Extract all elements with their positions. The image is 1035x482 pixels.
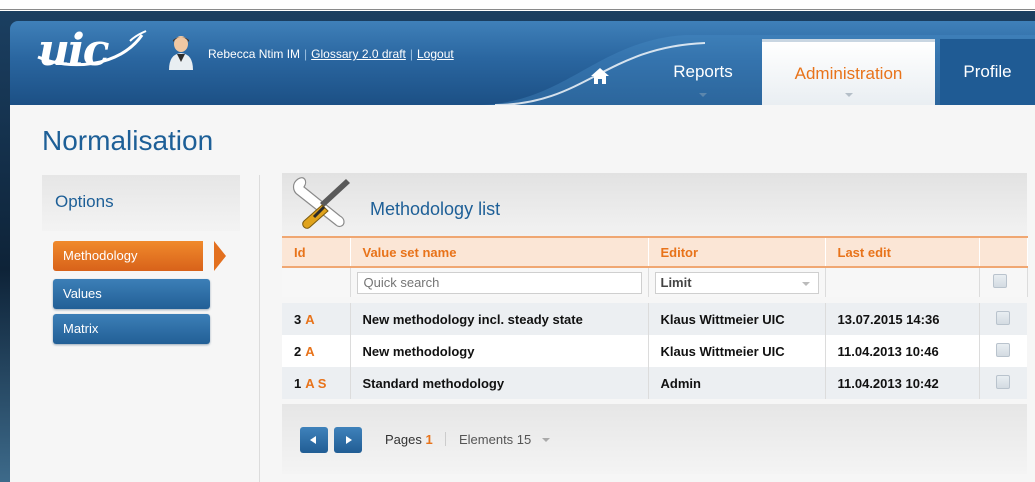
tab-administration[interactable]: Administration	[762, 39, 935, 105]
elements-per-page[interactable]: Elements 15	[459, 432, 531, 447]
home-icon[interactable]	[585, 61, 615, 91]
filter-cell-empty	[825, 267, 980, 297]
cell-editor: Klaus Wittmeier UIC	[648, 335, 826, 367]
methodology-table: Id Value set name Editor Last edit Limit	[282, 236, 1028, 399]
row-flags[interactable]: A	[305, 344, 314, 359]
options-header: Options	[42, 175, 240, 231]
filter-cell-select-all	[979, 267, 1028, 297]
filter-cell-search	[350, 267, 649, 297]
column-header-select	[979, 236, 1028, 268]
cell-editor: Klaus Wittmeier UIC	[648, 303, 826, 335]
row-checkbox[interactable]	[996, 342, 1011, 357]
cell-name[interactable]: New methodology incl. steady state	[350, 303, 649, 335]
page-title: Normalisation	[42, 125, 214, 156]
active-arrow-icon	[214, 241, 226, 271]
cell-select	[979, 335, 1027, 367]
chevron-right-icon	[346, 436, 352, 444]
tab-profile[interactable]: Profile	[940, 39, 1035, 105]
chevron-down-icon	[844, 93, 853, 97]
cell-select	[979, 303, 1027, 335]
divider	[445, 432, 447, 446]
row-id: 3	[294, 311, 302, 327]
table-row[interactable]: 1A S Standard methodology Admin 11.04.20…	[282, 367, 1027, 399]
cell-select	[979, 367, 1027, 399]
options-item-values[interactable]: Values	[53, 279, 210, 309]
cell-id: 2A	[282, 335, 351, 367]
filter-row: Limit	[282, 267, 1028, 297]
quick-search-input[interactable]	[356, 271, 642, 294]
options-item-matrix[interactable]: Matrix	[53, 314, 210, 344]
main-content: Normalisation Options Methodology Values…	[10, 105, 1035, 482]
filter-cell-limit: Limit	[648, 267, 826, 297]
options-panel: Options Methodology Values Matrix	[42, 175, 240, 475]
column-header-id[interactable]: Id	[282, 236, 351, 268]
chevron-left-icon	[310, 436, 316, 444]
user-bar: Rebecca Ntim IM | Glossary 2.0 draft | Logou…	[208, 47, 454, 61]
divider: |	[409, 47, 413, 61]
column-header-editor[interactable]: Editor	[648, 236, 826, 268]
limit-select[interactable]: Limit	[654, 271, 819, 294]
column-header-last-edit[interactable]: Last edit	[825, 236, 980, 268]
cell-editor: Admin	[648, 367, 826, 399]
chevron-down-icon	[699, 93, 707, 97]
cell-last-edit: 13.07.2015 14:36	[825, 303, 980, 335]
row-checkbox[interactable]	[996, 374, 1011, 389]
cell-id: 3A	[282, 303, 351, 335]
row-flags[interactable]: A S	[305, 376, 326, 391]
cell-id: 1A S	[282, 367, 351, 399]
methodology-panel: Methodology list Id Value set name Edito…	[282, 173, 1028, 482]
tab-administration-label: Administration	[794, 63, 903, 83]
tab-reports-label: Reports	[673, 62, 733, 81]
next-page-button[interactable]	[334, 427, 362, 453]
row-id: 2	[294, 343, 302, 359]
table-header-row: Id Value set name Editor Last edit	[282, 236, 1028, 268]
table-row[interactable]: 3A New methodology incl. steady state Kl…	[282, 303, 1027, 335]
chevron-down-icon[interactable]	[541, 438, 550, 442]
user-name: Rebecca Ntim IM	[208, 47, 301, 61]
current-page[interactable]: 1	[426, 432, 433, 447]
panel-divider	[259, 175, 260, 482]
row-flags[interactable]: A	[305, 312, 314, 327]
column-header-value-set-name[interactable]: Value set name	[350, 236, 649, 268]
tab-profile-label: Profile	[963, 62, 1012, 81]
cell-name[interactable]: Standard methodology	[350, 367, 649, 399]
pagination-info: Pages 1 Elements 15	[385, 432, 550, 447]
previous-page-button[interactable]	[300, 427, 328, 453]
options-item-methodology[interactable]: Methodology	[53, 241, 226, 271]
row-id: 1	[294, 375, 302, 391]
table-row[interactable]: 2A New methodology Klaus Wittmeier UIC 1…	[282, 335, 1027, 367]
cell-last-edit: 11.04.2013 10:46	[825, 335, 980, 367]
divider: |	[304, 47, 308, 61]
logout-link[interactable]: Logout	[417, 47, 454, 61]
cell-last-edit: 11.04.2013 10:42	[825, 367, 980, 399]
tools-icon	[292, 177, 350, 229]
methodology-header: Methodology list	[282, 173, 1027, 236]
options-title: Options	[55, 192, 114, 211]
uic-logo[interactable]: uic	[38, 25, 109, 76]
top-border	[0, 0, 1035, 10]
filter-cell-empty	[282, 267, 351, 297]
select-all-checkbox[interactable]	[993, 274, 1007, 288]
tab-reports[interactable]: Reports	[648, 39, 758, 105]
app-header: uic Rebecca Ntim IM | Glossary 2.0 draft | L…	[10, 21, 1035, 105]
pagination-bar: Pages 1 Elements 15	[282, 404, 1027, 474]
row-checkbox[interactable]	[996, 310, 1011, 325]
limit-placeholder: Limit	[660, 274, 692, 290]
options-item-label: Values	[63, 286, 102, 301]
options-item-label: Methodology	[63, 248, 138, 263]
chevron-down-icon	[801, 281, 810, 286]
options-item-label: Matrix	[63, 321, 99, 336]
methodology-title: Methodology list	[370, 199, 501, 219]
cell-name[interactable]: New methodology	[350, 335, 649, 367]
glossary-link[interactable]: Glossary 2.0 draft	[311, 47, 406, 61]
pages-label: Pages	[385, 432, 422, 447]
user-avatar-icon	[169, 36, 193, 70]
